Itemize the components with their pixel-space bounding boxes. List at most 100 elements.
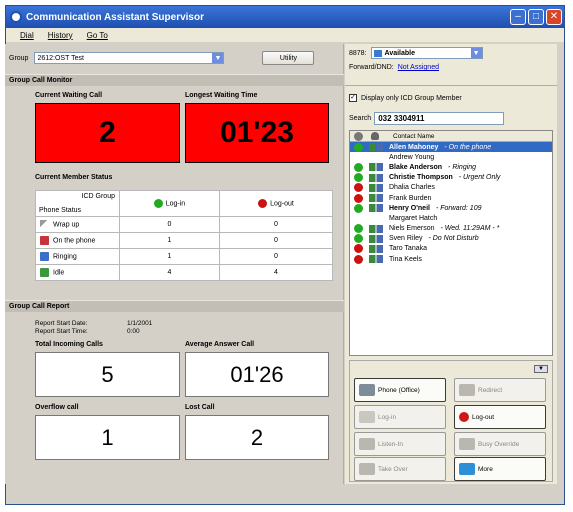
close-button[interactable]: ✕ (546, 9, 562, 25)
take-over-button[interactable]: Take Over (354, 457, 446, 481)
contact-status: - Urgent Only (458, 174, 501, 182)
action-panel: ▼ Phone (Office) Redirect Log-in Log-out… (349, 360, 553, 482)
utility-button[interactable]: Utility (262, 51, 315, 65)
chevron-down-icon: ▼ (212, 53, 224, 63)
menu-goto[interactable]: Go To (87, 31, 108, 40)
logout-column-header: Log-out (218, 190, 334, 217)
total-incoming-calls-value: 5 (35, 352, 180, 397)
app-icon (10, 11, 22, 23)
minimize-button[interactable]: – (510, 9, 526, 25)
offline-status-icon (354, 244, 363, 254)
contact-row[interactable]: Tina Keels (350, 254, 552, 264)
login-label: Log-in (378, 413, 397, 421)
contact-list-header: Contact Name (350, 131, 552, 142)
more-button[interactable]: More (454, 457, 546, 481)
window-title: Communication Assistant Supervisor (26, 11, 204, 23)
more-label: More (478, 465, 493, 473)
device-status-icon (369, 173, 383, 182)
busy-override-button[interactable]: Busy Override (454, 432, 546, 456)
logout-count: 0 (218, 216, 334, 233)
report-start-date-value: 1/1/2001 (127, 320, 153, 327)
login-arrow-icon (359, 411, 375, 423)
contact-name: Allen Mahoney (389, 143, 439, 151)
contact-row[interactable]: Frank Burden (350, 193, 552, 203)
longest-waiting-time-label: Longest Waiting Time (185, 92, 258, 99)
device-status-icon (369, 224, 383, 233)
table-row: Idle 4 4 (35, 264, 334, 281)
menu-bar: Dial History Go To (6, 28, 564, 42)
contact-list: Contact Name Allen Mahoney - On the phone… (349, 130, 553, 356)
contact-name: Henry O'neil (389, 204, 430, 212)
row-label-cell: Wrap up (35, 216, 120, 233)
device-status-icon (369, 183, 383, 192)
device-status-icon (369, 143, 383, 152)
logout-count: 4 (218, 264, 334, 281)
contact-row[interactable]: Henry O'neil - Forward: 109 (350, 203, 552, 213)
search-row: Search 032 3304911 (349, 112, 505, 125)
offline-status-icon (354, 183, 363, 193)
collapse-icon[interactable]: ▼ (534, 365, 548, 373)
contact-row[interactable]: Taro Tanaka (350, 244, 552, 254)
login-count: 1 (119, 248, 220, 265)
online-status-icon (354, 203, 363, 213)
title-bar: Communication Assistant Supervisor – □ ✕ (6, 6, 564, 28)
on-phone-icon (40, 236, 49, 245)
overflow-call-value: 1 (35, 415, 180, 460)
listen-in-button[interactable]: Listen-In (354, 432, 446, 456)
contact-name: Blake Anderson (389, 163, 443, 171)
forward-link[interactable]: Not Assigned (398, 64, 439, 71)
contact-row[interactable]: Dhalia Charles (350, 183, 552, 193)
extension-label: 8878: (349, 49, 367, 57)
contact-status: - Forward: 109 (435, 204, 482, 212)
phone-office-button[interactable]: Phone (Office) (354, 378, 446, 402)
contact-row[interactable]: Allen Mahoney - On the phone (350, 142, 552, 153)
maximize-button[interactable]: □ (528, 9, 544, 25)
device-status-icon (369, 204, 383, 213)
listen-in-label: Listen-In (378, 440, 403, 448)
contacts-panel: 8878: Available ▼ Forward/DND: Not Assig… (345, 44, 557, 484)
device-status-icon (369, 163, 383, 172)
online-status-icon (354, 173, 363, 183)
busy-override-label: Busy Override (478, 440, 520, 448)
group-selector-row: Group 2612:OST Test ▼ Utility (5, 44, 344, 72)
menu-dial[interactable]: Dial (20, 31, 34, 40)
more-icon (459, 463, 475, 475)
menu-history[interactable]: History (48, 31, 73, 40)
presence-row: 8878: Available ▼ (349, 47, 483, 59)
contact-row[interactable]: Christie Thompson - Urgent Only (350, 173, 552, 183)
filter-checkbox[interactable]: ✓ (349, 94, 357, 102)
overflow-call-label: Overflow call (35, 404, 79, 411)
logout-button[interactable]: Log-out (454, 405, 546, 429)
take-over-icon (359, 463, 375, 475)
login-count: 0 (119, 216, 220, 233)
contact-row[interactable]: Blake Anderson - Ringing (350, 162, 552, 172)
device-status-icon (369, 234, 383, 243)
contact-row[interactable]: Niels Emerson - Wed. 11:29AM - * (350, 224, 552, 234)
group-dropdown[interactable]: 2612:OST Test ▼ (34, 52, 225, 64)
search-input[interactable]: 032 3304911 (374, 112, 505, 125)
redirect-button[interactable]: Redirect (454, 378, 546, 402)
contact-row[interactable]: Sven Riley - Do Not Disturb (350, 234, 552, 244)
supervisor-panel: Group 2612:OST Test ▼ Utility Group Call… (5, 44, 344, 484)
group-selected-value: 2612:OST Test (37, 54, 84, 62)
corner-bottom-label: Phone Status (39, 207, 82, 214)
table-row: Ringing 1 0 (35, 248, 334, 265)
login-button[interactable]: Log-in (354, 405, 446, 429)
contact-row[interactable]: Andrew Young (350, 152, 552, 162)
presence-status-value: Available (384, 49, 416, 57)
online-status-icon (354, 162, 363, 172)
contact-row[interactable]: Margaret Hatch (350, 213, 552, 223)
phone-office-label: Phone (Office) (378, 386, 420, 394)
current-waiting-call-value: 2 (35, 103, 180, 163)
lost-call-label: Lost Call (185, 404, 215, 411)
corner-top-label: ICD Group (81, 193, 115, 200)
online-status-icon (354, 234, 363, 244)
member-status-header-row: ICD Group Phone Status Log-in Log-out (35, 190, 334, 217)
presence-dropdown[interactable]: Available ▼ (370, 47, 483, 59)
contact-name: Sven Riley (389, 235, 423, 243)
group-call-monitor-header: Group Call Monitor (5, 74, 344, 86)
listen-in-icon (359, 438, 375, 450)
logout-count: 0 (218, 248, 334, 265)
current-waiting-call-label: Current Waiting Call (35, 92, 103, 99)
red-dot-icon (258, 199, 268, 208)
